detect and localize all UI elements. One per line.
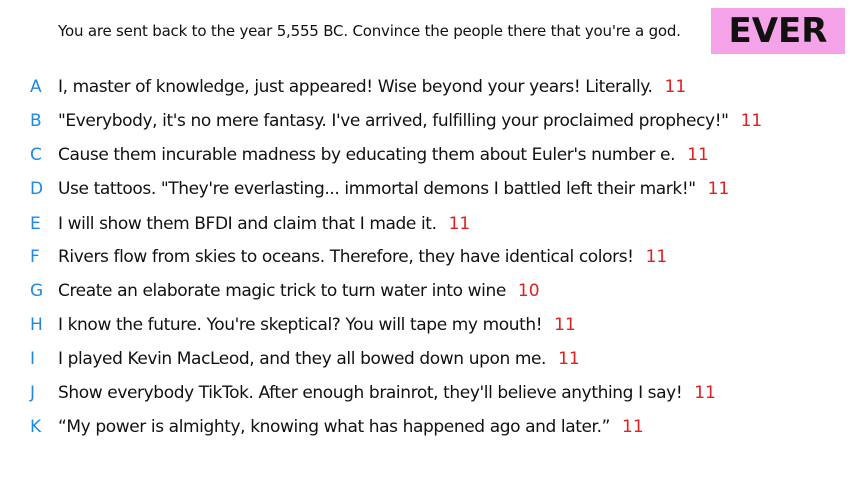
answer-text: I know the future. You're skeptical? You… <box>58 310 576 340</box>
badge-text: EVER <box>728 11 828 51</box>
answer-label: Show everybody TikTok. After enough brai… <box>58 383 683 403</box>
answer-label: “My power is almighty, knowing what has … <box>58 417 610 437</box>
answer-letter: A <box>30 77 42 97</box>
answer-score: 10 <box>517 281 540 301</box>
answer-letter: F <box>30 247 40 267</box>
answer-label: Use tattoos. "They're everlasting... imm… <box>58 179 696 199</box>
answer-label: Rivers flow from skies to oceans. Theref… <box>58 247 634 267</box>
answer-letter: K <box>30 417 42 437</box>
answer-score: 11 <box>740 111 763 131</box>
answer-text: I will show them BFDI and claim that I m… <box>58 209 470 239</box>
answer-label: I played Kevin MacLeod, and they all bow… <box>58 349 547 369</box>
answer-text: “My power is almighty, knowing what has … <box>58 412 644 442</box>
badge: EVER <box>711 8 845 54</box>
answer-letter: G <box>30 281 44 301</box>
answer-score: 11 <box>694 383 716 403</box>
answer-score: 11 <box>664 77 687 97</box>
answer-text: I played Kevin MacLeod, and they all bow… <box>58 344 580 374</box>
answer-label: Cause them incurable madness by educatin… <box>58 145 676 165</box>
answer-score: 11 <box>448 214 471 234</box>
answer-score: 11 <box>558 349 580 369</box>
answer-label: Create an elaborate magic trick to turn … <box>58 281 506 301</box>
answer-text: Cause them incurable madness by educatin… <box>58 140 709 170</box>
answer-letter: H <box>30 315 43 335</box>
answer-score: 11 <box>687 145 709 165</box>
answer-letter: E <box>30 214 41 234</box>
answer-score: 11 <box>554 315 576 335</box>
answer-letter: I <box>30 349 36 369</box>
answer-text: I, master of knowledge, just appeared! W… <box>58 72 686 102</box>
answer-text: Rivers flow from skies to oceans. Theref… <box>58 242 667 272</box>
answer-label: I, master of knowledge, just appeared! W… <box>58 77 653 97</box>
answer-letter: J <box>30 383 36 403</box>
answer-text: Show everybody TikTok. After enough brai… <box>58 378 716 408</box>
answer-text: Create an elaborate magic trick to turn … <box>58 276 540 306</box>
answer-label: "Everybody, it's no mere fantasy. I've a… <box>58 111 729 131</box>
answer-letter: B <box>30 111 42 131</box>
answer-score: 11 <box>707 179 730 199</box>
answer-letter: C <box>30 145 42 165</box>
answer-text: Use tattoos. "They're everlasting... imm… <box>58 174 729 204</box>
prompt-text: You are sent back to the year 5,555 BC. … <box>58 22 681 40</box>
answer-label: I will show them BFDI and claim that I m… <box>58 214 437 234</box>
answer-text: "Everybody, it's no mere fantasy. I've a… <box>58 106 762 136</box>
answer-letter: D <box>30 179 44 199</box>
answer-score: 11 <box>622 417 644 437</box>
answer-score: 11 <box>645 247 668 267</box>
answer-label: I know the future. You're skeptical? You… <box>58 315 543 335</box>
